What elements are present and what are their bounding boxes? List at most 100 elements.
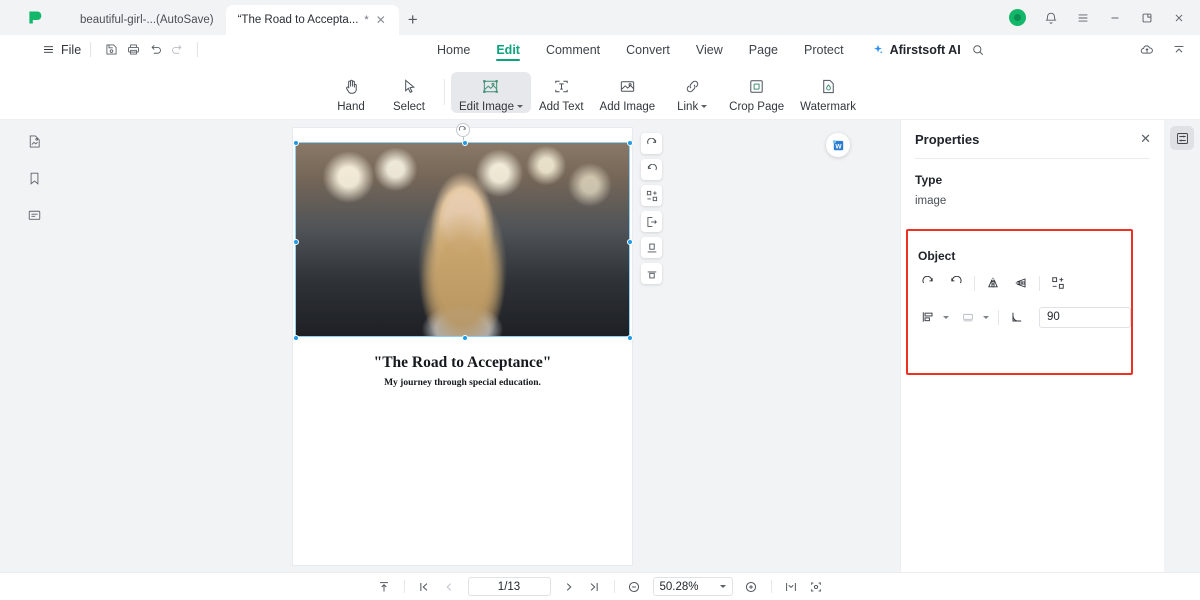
crop-page-tool[interactable]: Crop Page [721, 72, 792, 113]
properties-header: Properties ✕ [901, 120, 1164, 158]
close-button[interactable] [1164, 5, 1194, 31]
close-icon[interactable]: ✕ [1140, 131, 1151, 147]
distribute-icon[interactable] [954, 306, 982, 328]
rotation-angle-input[interactable]: 90 [1039, 306, 1131, 328]
bookmark-icon[interactable] [20, 164, 48, 192]
avatar[interactable] [1009, 9, 1026, 26]
annotations-icon[interactable] [20, 201, 48, 229]
save-icon[interactable] [100, 39, 122, 61]
last-page-icon[interactable] [582, 577, 607, 597]
zoom-out-icon[interactable] [622, 577, 647, 597]
resize-handle-nw[interactable] [293, 140, 299, 146]
tab-page[interactable]: Page [736, 35, 791, 64]
add-text-tool[interactable]: Add Text [531, 72, 592, 113]
undo-icon[interactable] [144, 39, 166, 61]
watermark-tool[interactable]: Watermark [792, 72, 864, 113]
document-subheading: My journey through special education. [384, 378, 541, 388]
hamburger-icon[interactable] [1068, 5, 1098, 31]
resize-handle-ne[interactable] [627, 140, 633, 146]
restore-button[interactable] [1132, 5, 1162, 31]
rotate-left-button[interactable] [914, 272, 942, 294]
edit-image-tool-label: Edit Image [459, 101, 523, 113]
chevron-down-icon[interactable] [516, 105, 523, 108]
bell-icon[interactable] [1036, 5, 1066, 31]
tab-home[interactable]: Home [424, 35, 483, 64]
rotation-angle-icon [1003, 306, 1031, 328]
add-text-icon [544, 75, 578, 99]
resize-handle-se[interactable] [627, 335, 633, 341]
object-section-highlight: Object 90 [906, 229, 1133, 375]
flip-vertical-button[interactable] [1007, 272, 1035, 294]
edit-image-tool[interactable]: Edit Image [451, 71, 531, 113]
divider [444, 79, 445, 105]
properties-panel-icon[interactable] [1170, 126, 1194, 150]
afirstsoft-ai-button[interactable]: Afirstsoft AI [871, 43, 961, 57]
rotate-right-icon[interactable] [641, 159, 662, 180]
zoom-level-select[interactable]: 50.28% [652, 577, 733, 596]
tab-view[interactable]: View [683, 35, 736, 64]
watermark-icon [811, 75, 845, 99]
align-icon[interactable] [914, 306, 942, 328]
divider [1039, 275, 1040, 291]
tab-comment[interactable]: Comment [533, 35, 613, 64]
resize-handle-w[interactable] [293, 239, 299, 245]
resize-handle-e[interactable] [627, 239, 633, 245]
collapse-ribbon-icon[interactable] [1168, 39, 1190, 61]
image-selection-box[interactable] [293, 123, 633, 341]
next-page-icon[interactable] [557, 577, 582, 597]
rotate-left-icon[interactable] [641, 133, 662, 154]
word-convert-icon[interactable]: W [826, 133, 850, 157]
print-icon[interactable] [122, 39, 144, 61]
search-icon[interactable] [971, 43, 985, 57]
document-tab-2-label: “The Road to Accepta... [237, 14, 359, 26]
replace-image-icon[interactable] [641, 185, 662, 206]
tab-edit[interactable]: Edit [483, 35, 533, 64]
tab-convert[interactable]: Convert [613, 35, 683, 64]
rotation-handle[interactable] [455, 123, 470, 137]
resize-handle-sw[interactable] [293, 335, 299, 341]
select-tool[interactable]: Select [380, 72, 438, 113]
link-tool[interactable]: Link [663, 72, 721, 113]
align-bottom-icon[interactable] [641, 263, 662, 284]
document-tab-2[interactable]: “The Road to Accepta... * ✕ [225, 5, 399, 35]
extract-image-icon[interactable] [641, 211, 662, 232]
scroll-to-top-icon[interactable] [372, 577, 397, 597]
chevron-down-icon[interactable] [701, 105, 708, 108]
flip-horizontal-button[interactable] [979, 272, 1007, 294]
file-menu-button[interactable]: File [42, 43, 81, 57]
resize-handle-n[interactable] [462, 140, 468, 146]
hand-tool[interactable]: Hand [322, 72, 380, 113]
document-page[interactable]: "The Road to Acceptance" My journey thro… [293, 123, 633, 565]
chevron-down-icon[interactable] [943, 315, 949, 319]
fit-page-icon[interactable] [804, 577, 829, 597]
zoom-in-icon[interactable] [739, 577, 764, 597]
object-label: Object [918, 249, 956, 263]
replace-image-button[interactable] [1044, 272, 1072, 294]
new-tab-button[interactable]: + [399, 5, 427, 35]
thumbnails-icon[interactable] [20, 127, 48, 155]
page-number-input[interactable]: 1/13 [467, 577, 551, 596]
redo-icon[interactable] [166, 39, 188, 61]
file-menu-label: File [61, 42, 82, 57]
chevron-down-icon[interactable] [719, 585, 726, 588]
cloud-upload-icon[interactable] [1136, 39, 1158, 61]
first-page-icon[interactable] [412, 577, 437, 597]
object-align-row: 90 [908, 294, 1131, 328]
watermark-tool-label: Watermark [800, 100, 856, 113]
window-controls [1009, 0, 1194, 35]
document-tab-1[interactable]: beautiful-girl-...(AutoSave) [68, 5, 226, 35]
rotate-right-button[interactable] [942, 272, 970, 294]
minimize-button[interactable] [1100, 5, 1130, 31]
prev-page-icon[interactable] [437, 577, 462, 597]
chevron-down-icon[interactable] [983, 315, 989, 319]
resize-handle-s[interactable] [462, 335, 468, 341]
divider [197, 42, 199, 57]
add-image-tool[interactable]: Add Image [592, 72, 664, 113]
align-top-icon[interactable] [641, 237, 662, 258]
properties-panel: Properties ✕ Type image Object 90 [900, 120, 1164, 572]
tab-protect[interactable]: Protect [791, 35, 857, 64]
close-icon[interactable]: ✕ [375, 14, 387, 26]
divider [998, 309, 999, 325]
crop-page-tool-label: Crop Page [729, 100, 785, 113]
fit-width-icon[interactable] [779, 577, 804, 597]
